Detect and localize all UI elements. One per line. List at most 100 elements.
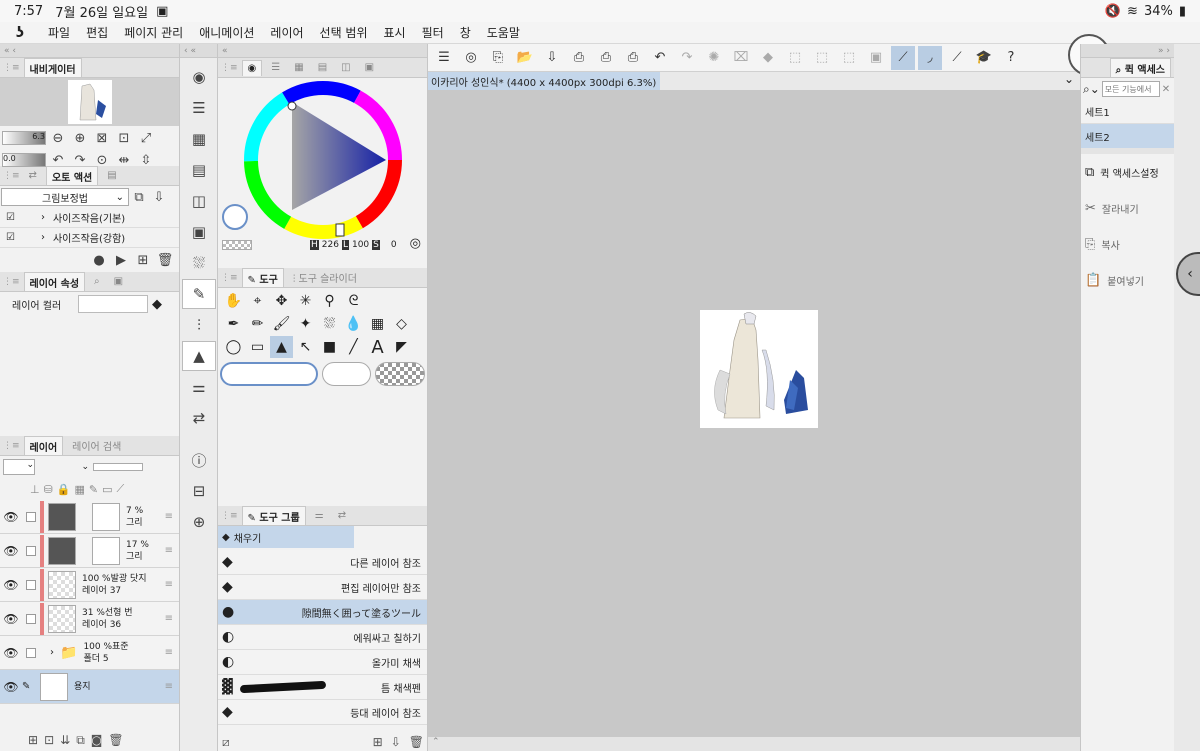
main-color-swatch[interactable] (222, 204, 248, 230)
line-icon[interactable]: ╱ (342, 336, 365, 358)
learn-icon[interactable]: 🎓 (972, 46, 996, 70)
flip-v-icon[interactable]: ⇳ (136, 150, 156, 170)
tab-history-icon[interactable]: ▣ (360, 60, 379, 75)
brush-icon[interactable]: 🖌 (270, 313, 293, 335)
app-logo-icon[interactable]: ʖ (0, 25, 40, 41)
info-icon[interactable]: ⓘ (182, 445, 216, 475)
opacity-slider[interactable] (93, 463, 143, 471)
grip-icon[interactable]: ⋮≡ (3, 277, 20, 287)
transparent-color-swatch[interactable] (222, 240, 252, 250)
actual-size-icon[interactable]: ⊡ (114, 128, 134, 148)
new-folder-icon[interactable]: ⊡ (44, 733, 54, 747)
ruler-icon[interactable]: ⟋ (117, 482, 125, 496)
checkbox-icon[interactable]: ☑ (6, 212, 15, 223)
color-mode-icon[interactable]: ◎ (410, 236, 421, 251)
fit-icon[interactable]: ⊠ (92, 128, 112, 148)
expand-icon[interactable]: › (41, 232, 45, 243)
sub-color-icon[interactable]: ⛆ (182, 248, 216, 278)
quickaccess-settings-item[interactable]: ⧉ 퀵 액세스설정 (1081, 154, 1174, 190)
brush-size-icon[interactable]: ⫶ (182, 310, 216, 340)
layer-checkbox[interactable] (26, 579, 36, 590)
tab-search-icon[interactable]: ⌕ (89, 274, 105, 289)
tab-intermediate-icon[interactable]: ▤ (313, 60, 332, 75)
reference-icon[interactable]: ⛁ (44, 483, 53, 496)
layer-search-icon[interactable]: ⊕ (182, 507, 216, 537)
visibility-eye-icon[interactable]: 👁 (0, 680, 22, 694)
color-circle-tab-icon[interactable]: ◉ (182, 62, 216, 92)
deselect-icon[interactable]: ⬚ (810, 46, 834, 70)
tab-tool[interactable]: ✎ 도구 (241, 268, 284, 287)
sub-color-chip[interactable] (321, 362, 372, 386)
export-psd-icon[interactable]: ⎙ (621, 46, 645, 70)
tab-subtool[interactable]: ✎ 도구 그룹 (241, 506, 306, 525)
figure-icon[interactable]: ▦ (366, 313, 389, 335)
clip-icon[interactable]: ⊥ (30, 483, 40, 496)
grip-icon[interactable]: ⋮≡ (3, 441, 20, 451)
blend-mode-select[interactable]: ⌄ (39, 462, 89, 472)
lock-icon[interactable]: 🔒 (57, 483, 71, 496)
auto-select-icon[interactable]: ✳ (294, 290, 317, 312)
layer-drag-handle-icon[interactable]: ≡ (165, 579, 173, 590)
tab-image-icon[interactable]: ▣ (109, 274, 128, 289)
decoration-icon[interactable]: ✦ (294, 313, 317, 335)
intermediate-color-icon[interactable]: ▤ (182, 155, 216, 185)
frame-icon[interactable]: ▭ (246, 336, 269, 358)
quickaccess-set[interactable]: 세트1 (1081, 100, 1174, 124)
play-icon[interactable]: ▶ (111, 250, 131, 270)
grip-icon[interactable]: ⋮≡ (221, 273, 238, 283)
open-icon[interactable]: 📂 (513, 46, 537, 70)
tab-layerprop[interactable]: 레이어 속성 (23, 272, 86, 291)
layer-mask-thumbnail[interactable] (92, 502, 120, 531)
export-png-icon[interactable]: ⎙ (594, 46, 618, 70)
color-history-icon[interactable]: ▣ (182, 217, 216, 247)
autoaction-item[interactable]: ☑ › 사이즈작음(강함) (0, 228, 179, 248)
transform-icon[interactable]: ⬚ (783, 46, 807, 70)
clip-studio-icon[interactable]: ◎ (459, 46, 483, 70)
quickaccess-search-input[interactable] (1101, 81, 1160, 97)
zoom-out-icon[interactable]: ⊖ (48, 128, 68, 148)
help-icon[interactable]: ? (999, 46, 1023, 70)
clear-icon[interactable]: ✕ (1162, 84, 1170, 95)
new-raster-layer-icon[interactable]: ⊞ (28, 733, 38, 747)
ruler-icon[interactable]: ◤ (390, 336, 413, 358)
fill-selection-icon[interactable]: ◆ (756, 46, 780, 70)
fill-bucket-icon[interactable]: ◆ (152, 297, 162, 312)
color-wheel-area[interactable]: H 226 L 100 S0 ◎ (218, 78, 427, 268)
menu-animation[interactable]: 애니메이션 (191, 24, 262, 41)
tab-color-set-icon[interactable]: ▦ (289, 60, 308, 75)
folder-expand-icon[interactable]: › (50, 647, 54, 658)
canvas-tab[interactable]: 이카리아 성인식* (4400 x 4400px 300dpi 6.3%)● (428, 72, 660, 90)
checkbox-icon[interactable]: ☑ (6, 232, 15, 243)
approx-color-icon[interactable]: ◫ (182, 186, 216, 216)
tab-subtool-detail-icon[interactable]: ⚌ (310, 508, 329, 523)
subtool-item[interactable]: ◆ 등대 레이어 참조 (218, 700, 427, 725)
angle-slider[interactable]: 0.0 (2, 153, 46, 167)
select-border-icon[interactable]: ▣ (864, 46, 888, 70)
add-action-icon[interactable]: ⊞ (133, 250, 153, 270)
layer-color-swatch[interactable] (78, 295, 148, 313)
canvas-page[interactable] (700, 310, 818, 428)
tab-navigator[interactable]: 내비게이터 (23, 58, 82, 77)
menu-filter[interactable]: 필터 (414, 24, 452, 41)
subtool-item[interactable]: ◐ 에워싸고 칠하기 (218, 625, 427, 650)
layer-checkbox[interactable] (26, 647, 36, 658)
layer-checkbox[interactable] (26, 613, 36, 624)
color-set-tab-icon[interactable]: ▦ (182, 124, 216, 154)
invert-selection-icon[interactable]: ⬚ (837, 46, 861, 70)
subtool-group-header[interactable]: ◆ 채우기 (218, 526, 354, 548)
quickaccess-copy-item[interactable]: ⎘ 복사 (1081, 226, 1174, 262)
layer-row[interactable]: 👁 100 %발광 닷지 레이어 37 ≡ (0, 568, 179, 602)
zoom-tool-icon[interactable]: ⌖ (246, 290, 269, 312)
lasso-icon[interactable]: ᘓ (342, 290, 365, 312)
grip-icon[interactable]: ⋮≡ (3, 171, 20, 181)
menu-selection[interactable]: 선택 범위 (312, 24, 376, 41)
color-slider-tab-icon[interactable]: ☰ (182, 93, 216, 123)
delete-icon[interactable]: ⌧ (729, 46, 753, 70)
menu-view[interactable]: 표시 (376, 24, 414, 41)
operation-icon[interactable]: ↖ (294, 336, 317, 358)
quickaccess-set-selected[interactable]: 세트2 (1081, 124, 1174, 148)
layer-row[interactable]: 👁 7 % 그리 ≡ (0, 500, 179, 534)
layer-checkbox[interactable] (26, 545, 36, 556)
expand-up-icon[interactable]: ⌃ (432, 737, 440, 747)
tab-layer-search[interactable]: 레이어 검색 (67, 436, 126, 455)
